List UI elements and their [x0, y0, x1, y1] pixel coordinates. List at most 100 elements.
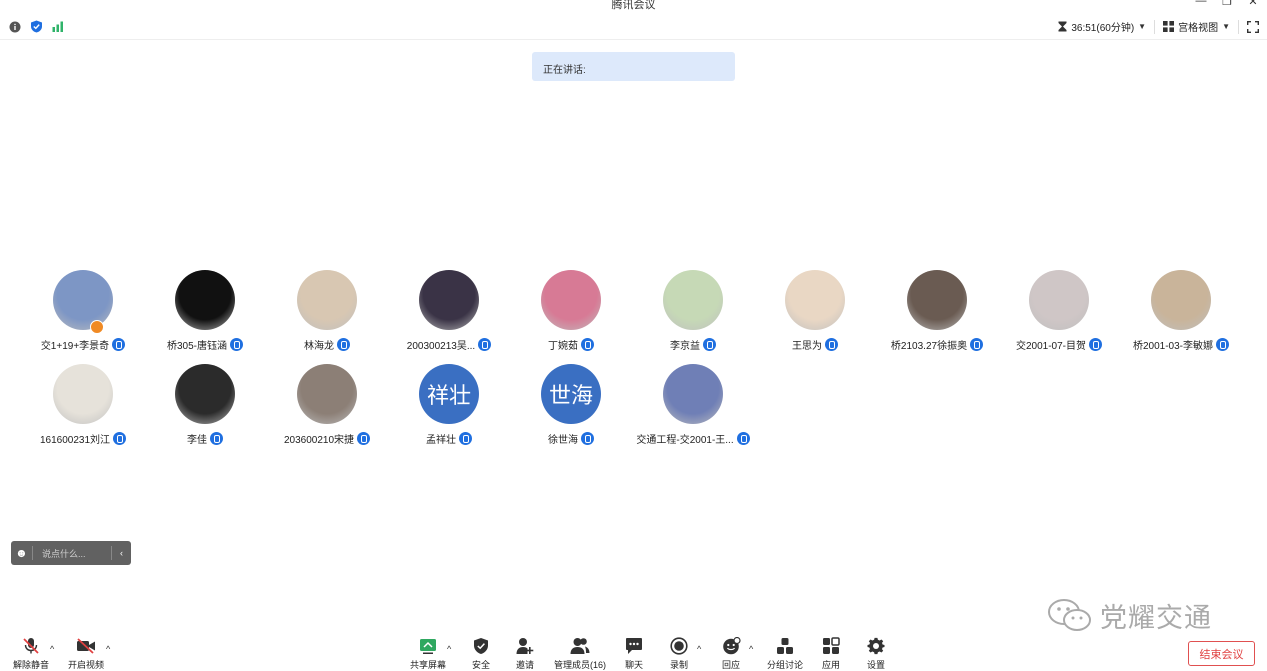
- mic-icon: [459, 431, 472, 445]
- close-button[interactable]: ✕: [1247, 0, 1259, 8]
- manage-members-label: 管理成员(16): [553, 660, 606, 670]
- participant-name: 徐世海: [548, 434, 578, 446]
- avatar: [175, 364, 235, 424]
- participant-tile[interactable]: 交2001-07-目贺: [998, 270, 1120, 352]
- fullscreen-icon[interactable]: [1247, 20, 1259, 33]
- window-controls: — ❐ ✕: [1195, 0, 1259, 8]
- avatar-initials: [297, 270, 357, 330]
- participant-tile[interactable]: 200300213吴...: [388, 270, 510, 352]
- participant-name-row: 203600210宋捷: [283, 431, 371, 446]
- participant-tile[interactable]: 王思为: [754, 270, 876, 352]
- participant-tile[interactable]: 桥2001-03-李敏娜: [1120, 270, 1242, 352]
- gear-icon: [866, 636, 886, 656]
- participant-tile[interactable]: 李佳: [144, 364, 266, 446]
- avatar: [1029, 270, 1089, 330]
- mic-icon: [825, 337, 838, 351]
- participant-tile[interactable]: 丁婉茹: [510, 270, 632, 352]
- emoji-icon[interactable]: ☻: [11, 546, 33, 560]
- view-dropdown[interactable]: 宫格视图 ▼: [1163, 19, 1230, 34]
- reactions-label: 回应: [721, 660, 740, 670]
- participant-name: 交2001-07-目贺: [1015, 340, 1087, 352]
- participant-tile[interactable]: 203600210宋捷: [266, 364, 388, 446]
- shield-check-icon[interactable]: [30, 20, 43, 33]
- participant-tile[interactable]: 李京益: [632, 270, 754, 352]
- mic-icon: [970, 337, 984, 351]
- settings-label: 设置: [866, 660, 885, 670]
- participant-name: 交1+19+李景奇: [40, 340, 110, 352]
- end-meeting-button[interactable]: 结束会议: [1188, 641, 1255, 666]
- mic-icon: [210, 431, 223, 445]
- emoji-reaction-icon: [721, 636, 741, 656]
- participant-name: 林海龙: [304, 340, 334, 352]
- record-icon: [669, 636, 689, 656]
- avatar-initials: [1151, 270, 1211, 330]
- start-video-label: 开启视频: [67, 660, 104, 670]
- mic-icon: [113, 431, 127, 445]
- participant-tile[interactable]: 桥2103.27徐振奥: [876, 270, 998, 352]
- participant-name: 孟祥壮: [426, 434, 456, 446]
- chat-placeholder[interactable]: 说点什么...: [33, 547, 111, 560]
- reactions-options-chevron-icon[interactable]: ^: [749, 644, 753, 654]
- avatar: [907, 270, 967, 330]
- participant-name-row: 李佳: [187, 431, 223, 446]
- avatar: [663, 364, 723, 424]
- participant-name: 203600210宋捷: [283, 434, 355, 446]
- participant-name: 交通工程-交2001-王...: [636, 434, 734, 446]
- chat-quick-input[interactable]: ☻ 说点什么... ‹: [11, 541, 131, 565]
- view-label: 宫格视图: [1178, 23, 1219, 34]
- record-label: 录制: [669, 660, 688, 670]
- mic-icon: [581, 337, 594, 351]
- host-badge-icon: [90, 320, 104, 334]
- participant-tile[interactable]: 交通工程-交2001-王...: [632, 364, 754, 446]
- participant-name-row: 徐世海: [548, 431, 594, 446]
- participant-name-row: 桥2001-03-李敏娜: [1133, 337, 1230, 352]
- collapse-chevron-icon[interactable]: ‹: [111, 546, 131, 560]
- avatar: [175, 270, 235, 330]
- participant-name: 李京益: [670, 340, 700, 352]
- apps-grid-icon: [821, 636, 841, 656]
- shield-icon: [471, 636, 491, 656]
- participant-tile[interactable]: 世海 徐世海: [510, 364, 632, 446]
- manage-members-button[interactable]: 管理成员(16): [550, 636, 610, 671]
- add-user-icon: [515, 636, 535, 656]
- avatar-initials: [785, 270, 845, 330]
- invite-label: 邀请: [515, 660, 534, 670]
- avatar-initials: [1029, 270, 1089, 330]
- avatar: [1151, 270, 1211, 330]
- mic-off-icon: [21, 636, 41, 656]
- unmute-label: 解除静音: [12, 660, 49, 670]
- invite-button[interactable]: 邀请: [495, 636, 555, 671]
- members-icon: [570, 636, 590, 656]
- avatar-initials: 祥壮: [426, 383, 471, 408]
- participant-tile[interactable]: 161600231刘江: [22, 364, 144, 446]
- mic-icon: [703, 337, 716, 351]
- top-right-controls: 36:51(60分钟) ▼ 宫格视图 ▼: [1058, 19, 1259, 34]
- meeting-timer: 36:51(60分钟): [1071, 23, 1135, 34]
- participant-tile[interactable]: 林海龙: [266, 270, 388, 352]
- participant-name-row: 161600231刘江: [40, 431, 127, 446]
- wechat-logo-icon: [1048, 598, 1091, 631]
- settings-button[interactable]: 设置: [846, 636, 906, 671]
- divider: [1154, 19, 1156, 34]
- video-options-chevron-icon[interactable]: ^: [106, 644, 110, 654]
- timer-dropdown[interactable]: 36:51(60分钟) ▼: [1058, 19, 1146, 34]
- mic-icon: [478, 337, 492, 351]
- avatar-initials: [53, 270, 113, 330]
- participant-name-row: 桥305-唐钰涵: [167, 337, 243, 352]
- restore-button[interactable]: ❐: [1221, 0, 1233, 8]
- minimize-button[interactable]: —: [1195, 0, 1207, 8]
- participant-tile[interactable]: 祥壮 孟祥壮: [388, 364, 510, 446]
- avatar-initials: [907, 270, 967, 330]
- participant-tile[interactable]: 交1+19+李景奇: [22, 270, 144, 352]
- avatar: [419, 270, 479, 330]
- participant-tile[interactable]: 桥305-唐钰涵: [144, 270, 266, 352]
- avatar: [297, 270, 357, 330]
- audio-options-chevron-icon[interactable]: ^: [50, 644, 54, 654]
- share-screen-icon: [418, 636, 438, 656]
- avatar-initials: [663, 364, 723, 424]
- info-icon[interactable]: [9, 21, 21, 33]
- avatar-initials: [53, 364, 113, 424]
- avatar-initials: [541, 270, 601, 330]
- participant-name-row: 交1+19+李景奇: [40, 337, 126, 352]
- signal-icon[interactable]: [52, 21, 64, 32]
